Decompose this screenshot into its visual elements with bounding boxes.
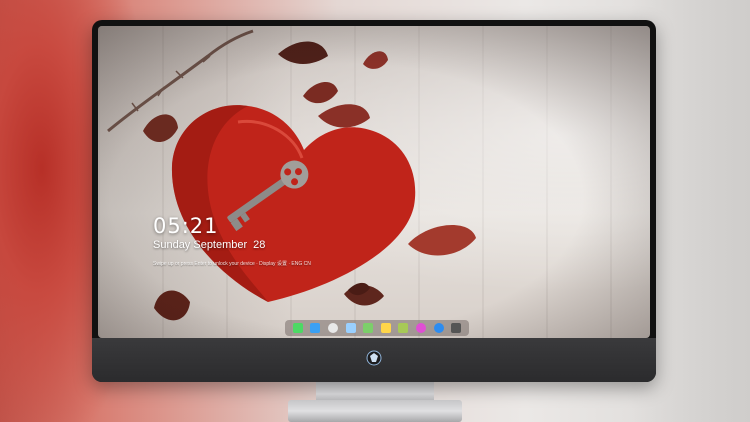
monitor: 05:21 Sunday September 28 Swipe up or pre… bbox=[92, 20, 656, 382]
lock-screen[interactable]: 05:21 Sunday September 28 Swipe up or pre… bbox=[98, 26, 650, 338]
dock bbox=[285, 320, 469, 336]
maps-icon[interactable] bbox=[363, 323, 374, 333]
preview-icon[interactable] bbox=[398, 323, 409, 333]
lock-clock: 05:21 bbox=[153, 214, 219, 238]
lock-hint-text: Swipe up or press Enter to unlock your d… bbox=[153, 261, 311, 267]
notes-icon[interactable] bbox=[380, 323, 391, 333]
lock-date: Sunday September 28 bbox=[153, 239, 265, 251]
app-store-icon[interactable] bbox=[433, 323, 444, 333]
lock-date-weekday-month: Sunday September bbox=[153, 239, 248, 251]
brand-logo-icon bbox=[366, 350, 382, 366]
messages-icon[interactable] bbox=[292, 323, 303, 333]
camera-icon[interactable] bbox=[451, 323, 462, 333]
safari-icon[interactable] bbox=[327, 323, 338, 333]
itunes-icon[interactable] bbox=[415, 323, 426, 333]
photos-icon[interactable] bbox=[345, 323, 356, 333]
monitor-stand-base bbox=[288, 400, 462, 422]
lock-date-day: 28 bbox=[253, 239, 266, 251]
monitor-stand-neck bbox=[316, 382, 434, 402]
wallpaper-vignette bbox=[98, 26, 650, 338]
finder-icon[interactable] bbox=[310, 323, 321, 333]
